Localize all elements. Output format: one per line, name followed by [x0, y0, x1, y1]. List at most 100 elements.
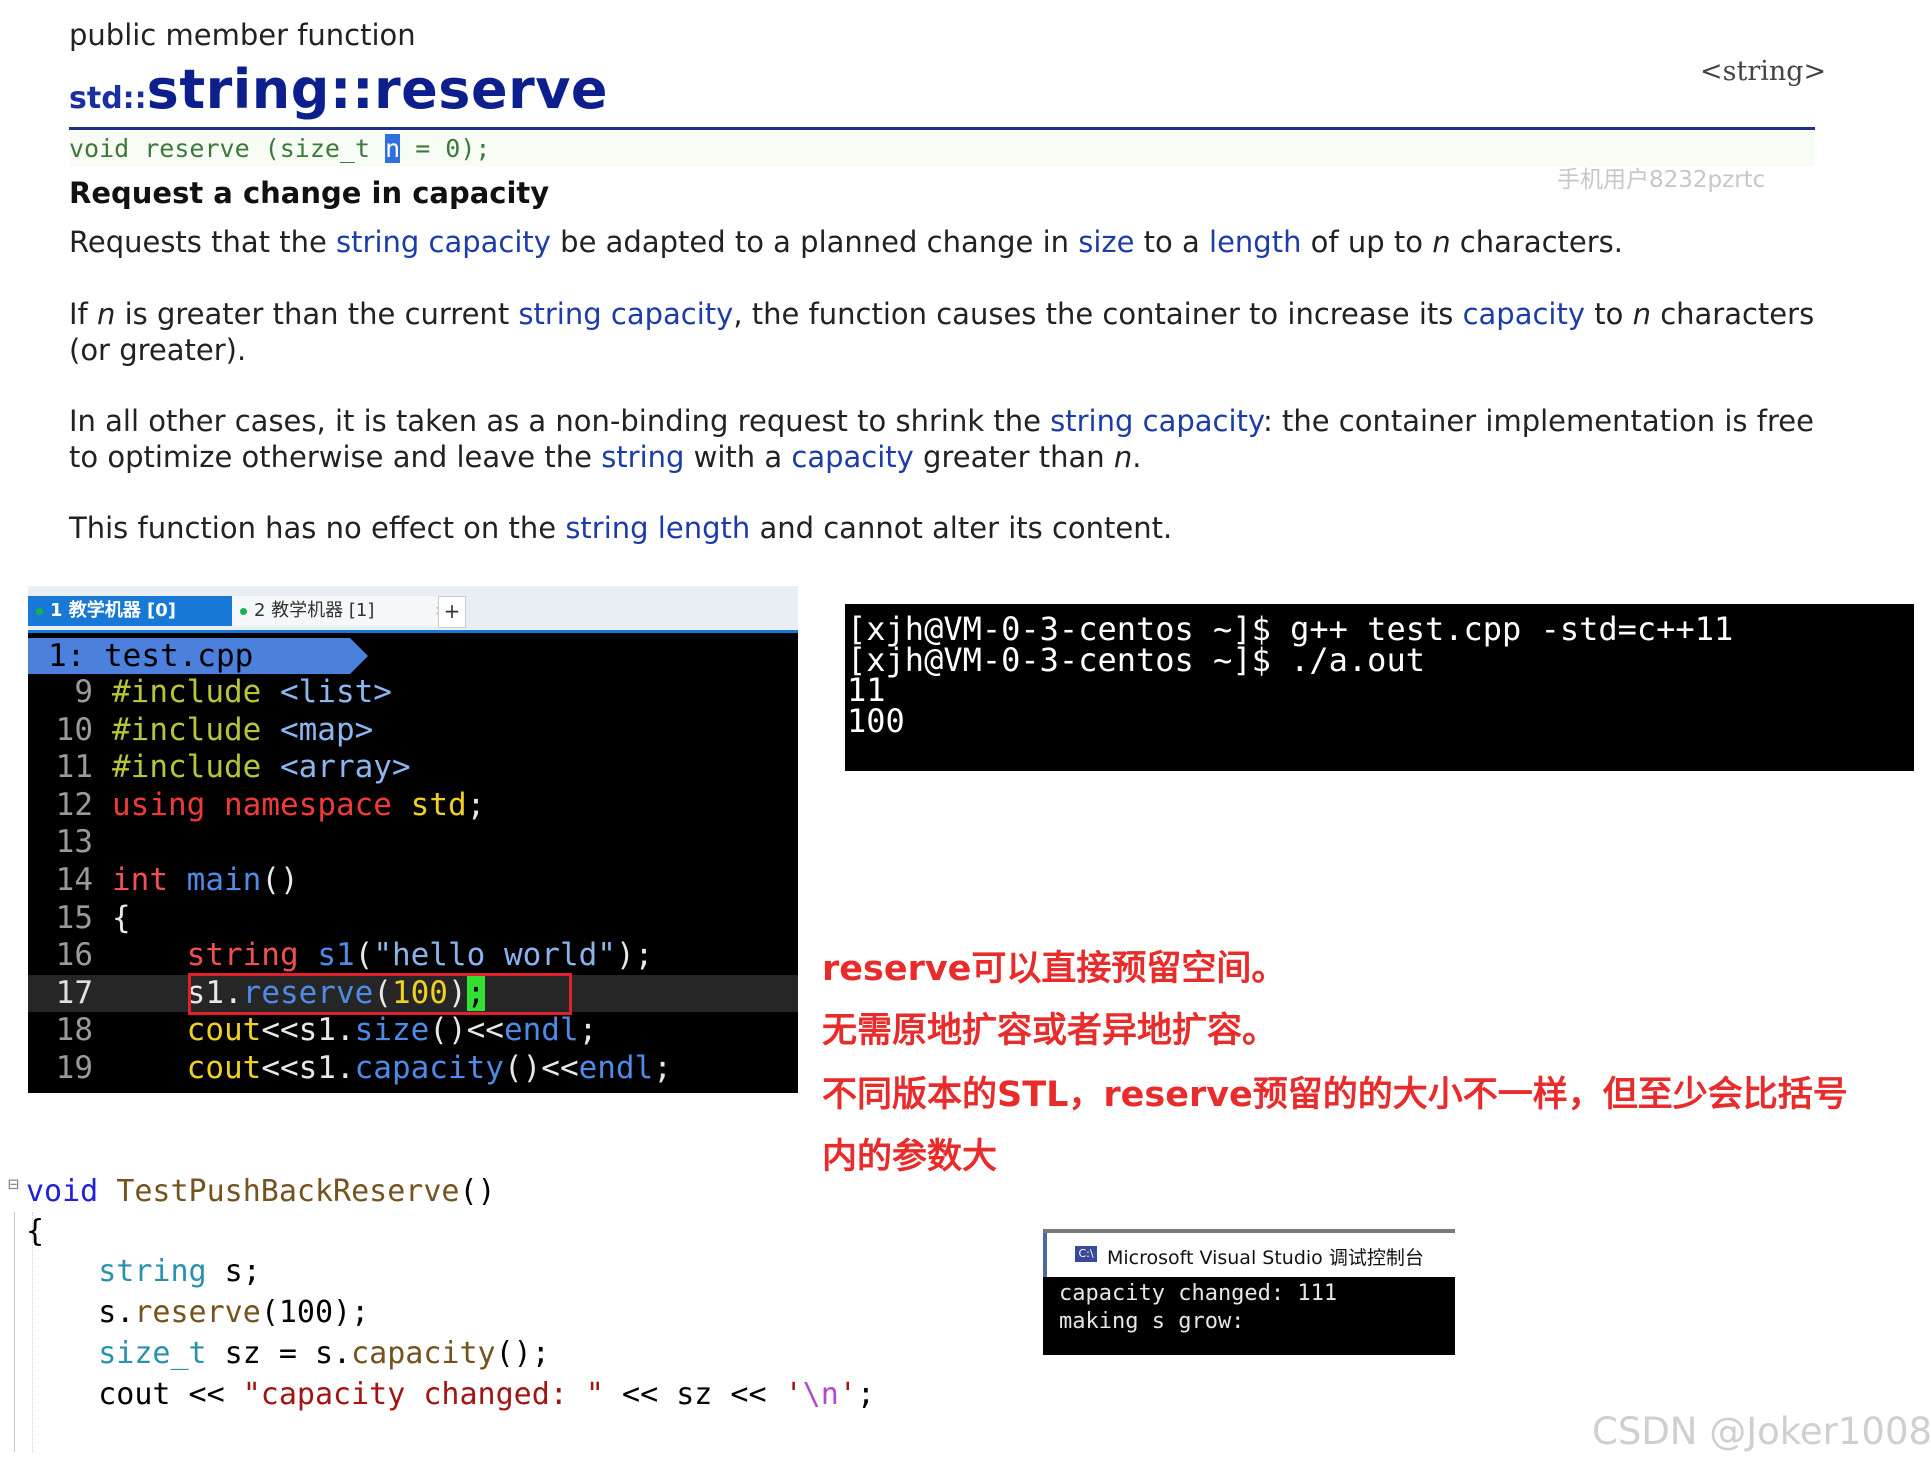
terminal-line: 100 [847, 701, 905, 740]
vs-code-line[interactable]: string s; [26, 1254, 261, 1289]
collapse-icon[interactable]: ⊟ [8, 1174, 19, 1195]
vs-code-line[interactable]: void TestPushBackReserve() [26, 1174, 496, 1209]
prototype-prefix: void reserve (size_t [69, 134, 386, 163]
code-token: ; [466, 786, 486, 823]
code-token: ; [578, 1012, 598, 1049]
code-token: "capacity changed: " [242, 1377, 604, 1412]
code-token: ; [856, 1377, 875, 1412]
code-token: string [98, 1254, 207, 1289]
code-token: endl [578, 1049, 654, 1086]
code-token: main [186, 861, 262, 898]
doc-paragraph-4: This function has no effect on the strin… [69, 511, 1173, 545]
console-line: capacity changed: 111 [1059, 1281, 1338, 1306]
tab-session-1[interactable]: 1 教学机器 [0]× [28, 596, 250, 626]
link-string-length[interactable]: string length [565, 511, 750, 545]
code-token: capacity [351, 1336, 496, 1371]
prototype-param-selected[interactable]: n [385, 134, 401, 163]
link-string-capacity[interactable]: string capacity [518, 297, 733, 331]
code-line[interactable]: 12 using namespace std; [28, 787, 798, 825]
line-number: 11 [55, 749, 93, 786]
code-text: using namespace std; [112, 787, 485, 825]
vs-code-line[interactable]: size_t sz = s.capacity(); [26, 1336, 550, 1371]
code-text: #include <map> [112, 712, 373, 750]
code-token: #include [112, 674, 262, 710]
terminal-editor-panel: 1 教学机器 [0]× 2 教学机器 [1]× + 1: test.cpp 9 #… [28, 586, 798, 1093]
link-string-capacity[interactable]: string capacity [1050, 404, 1263, 438]
code-token: size_t [98, 1336, 207, 1371]
code-token: (); [495, 1336, 550, 1371]
code-text: cout<<s1.capacity()<<endl; [112, 1050, 672, 1088]
code-line[interactable]: 11 #include <array> [28, 749, 798, 787]
code-token: cout [186, 1012, 262, 1049]
code-token: s. [26, 1295, 135, 1330]
code-text: { [112, 900, 131, 938]
line-number: 13 [55, 824, 93, 861]
code-token: { [112, 899, 131, 936]
code-line[interactable]: 16 string s1("hello world"); [28, 937, 798, 975]
link-capacity[interactable]: capacity [1463, 297, 1585, 331]
console-title-bar[interactable]: C:\ Microsoft Visual Studio 调试控制台 [1043, 1233, 1455, 1277]
line-number: 19 [55, 1049, 93, 1086]
code-area[interactable]: 9 #include <list> 10 #include <map> 11 #inclu… [28, 674, 798, 1088]
link-size[interactable]: size [1078, 225, 1134, 259]
code-line[interactable]: 10 #include <map> [28, 712, 798, 750]
doc-kind-label: public member function [69, 18, 416, 52]
code-token: using [112, 786, 206, 823]
status-dot-icon [36, 608, 43, 615]
code-token: ' [838, 1377, 857, 1412]
line-number: 18 [55, 1012, 93, 1049]
code-text: #include <list> [112, 674, 392, 712]
buffer-name-bar[interactable]: 1: test.cpp [28, 638, 368, 674]
code-token: <list> [279, 674, 392, 710]
add-tab-button[interactable]: + [438, 596, 466, 628]
line-number: 9 [74, 674, 93, 710]
line-number: 15 [55, 899, 93, 936]
line-number: 17 [55, 974, 93, 1011]
code-line[interactable]: 14 int main() [28, 862, 798, 900]
code-line[interactable]: 9 #include <list> [28, 674, 798, 712]
note-line-3: 不同版本的STL，reserve预留的的大小不一样，但至少会比括号 [822, 1075, 1848, 1115]
console-output[interactable]: capacity changed: 111 making s grow: [1043, 1277, 1455, 1355]
vs-debug-console: C:\ Microsoft Visual Studio 调试控制台 capaci… [1043, 1229, 1455, 1355]
doc-header-tag[interactable]: <string> [1700, 56, 1826, 87]
link-string-capacity[interactable]: string capacity [336, 225, 551, 259]
code-token: ()<< [503, 1049, 579, 1086]
tab-session-2[interactable]: 2 教学机器 [1]× [232, 596, 454, 626]
code-token: ' [784, 1377, 803, 1412]
doc-subtitle: Request a change in capacity [69, 176, 550, 210]
tab-label: 1 教学机器 [0] [50, 600, 177, 621]
tab-underline [28, 630, 798, 633]
tab-label: 2 教学机器 [1] [254, 600, 375, 621]
code-line[interactable]: 13 [28, 824, 798, 862]
code-token: { [26, 1214, 45, 1249]
code-token: std [410, 786, 467, 823]
code-text: #include <array> [112, 749, 411, 787]
code-line[interactable]: 18 cout<<s1.size()<<endl; [28, 1012, 798, 1050]
code-token: ; [653, 1049, 672, 1086]
prototype-suffix: = 0); [400, 134, 491, 163]
terminal-output[interactable]: [xjh@VM-0-3-centos ~]$ g++ test.cpp -std… [845, 604, 1914, 771]
link-length[interactable]: length [1209, 225, 1301, 259]
code-token: "hello world" [373, 937, 616, 974]
note-line-1: reserve可以直接预留空间。 [822, 949, 1287, 989]
code-line[interactable]: 15 { [28, 900, 798, 938]
doc-title: std::string::reserve [69, 58, 608, 121]
link-capacity[interactable]: capacity [791, 440, 913, 474]
console-app-icon: C:\ [1075, 1246, 1097, 1262]
doc-paragraph-2: If n is greater than the current string … [69, 297, 1815, 367]
vs-code-line[interactable]: cout << "capacity changed: " << sz << '\… [26, 1377, 875, 1412]
code-line[interactable]: 19 cout<<s1.capacity()<<endl; [28, 1050, 798, 1088]
vs-code-line[interactable]: { [26, 1214, 44, 1249]
link-string[interactable]: string [601, 440, 684, 474]
vs-code-snippet[interactable]: ⊟ void TestPushBackReserve(){ string s; … [0, 1160, 1000, 1460]
vs-code-line[interactable]: s.reserve(100); [26, 1295, 369, 1330]
